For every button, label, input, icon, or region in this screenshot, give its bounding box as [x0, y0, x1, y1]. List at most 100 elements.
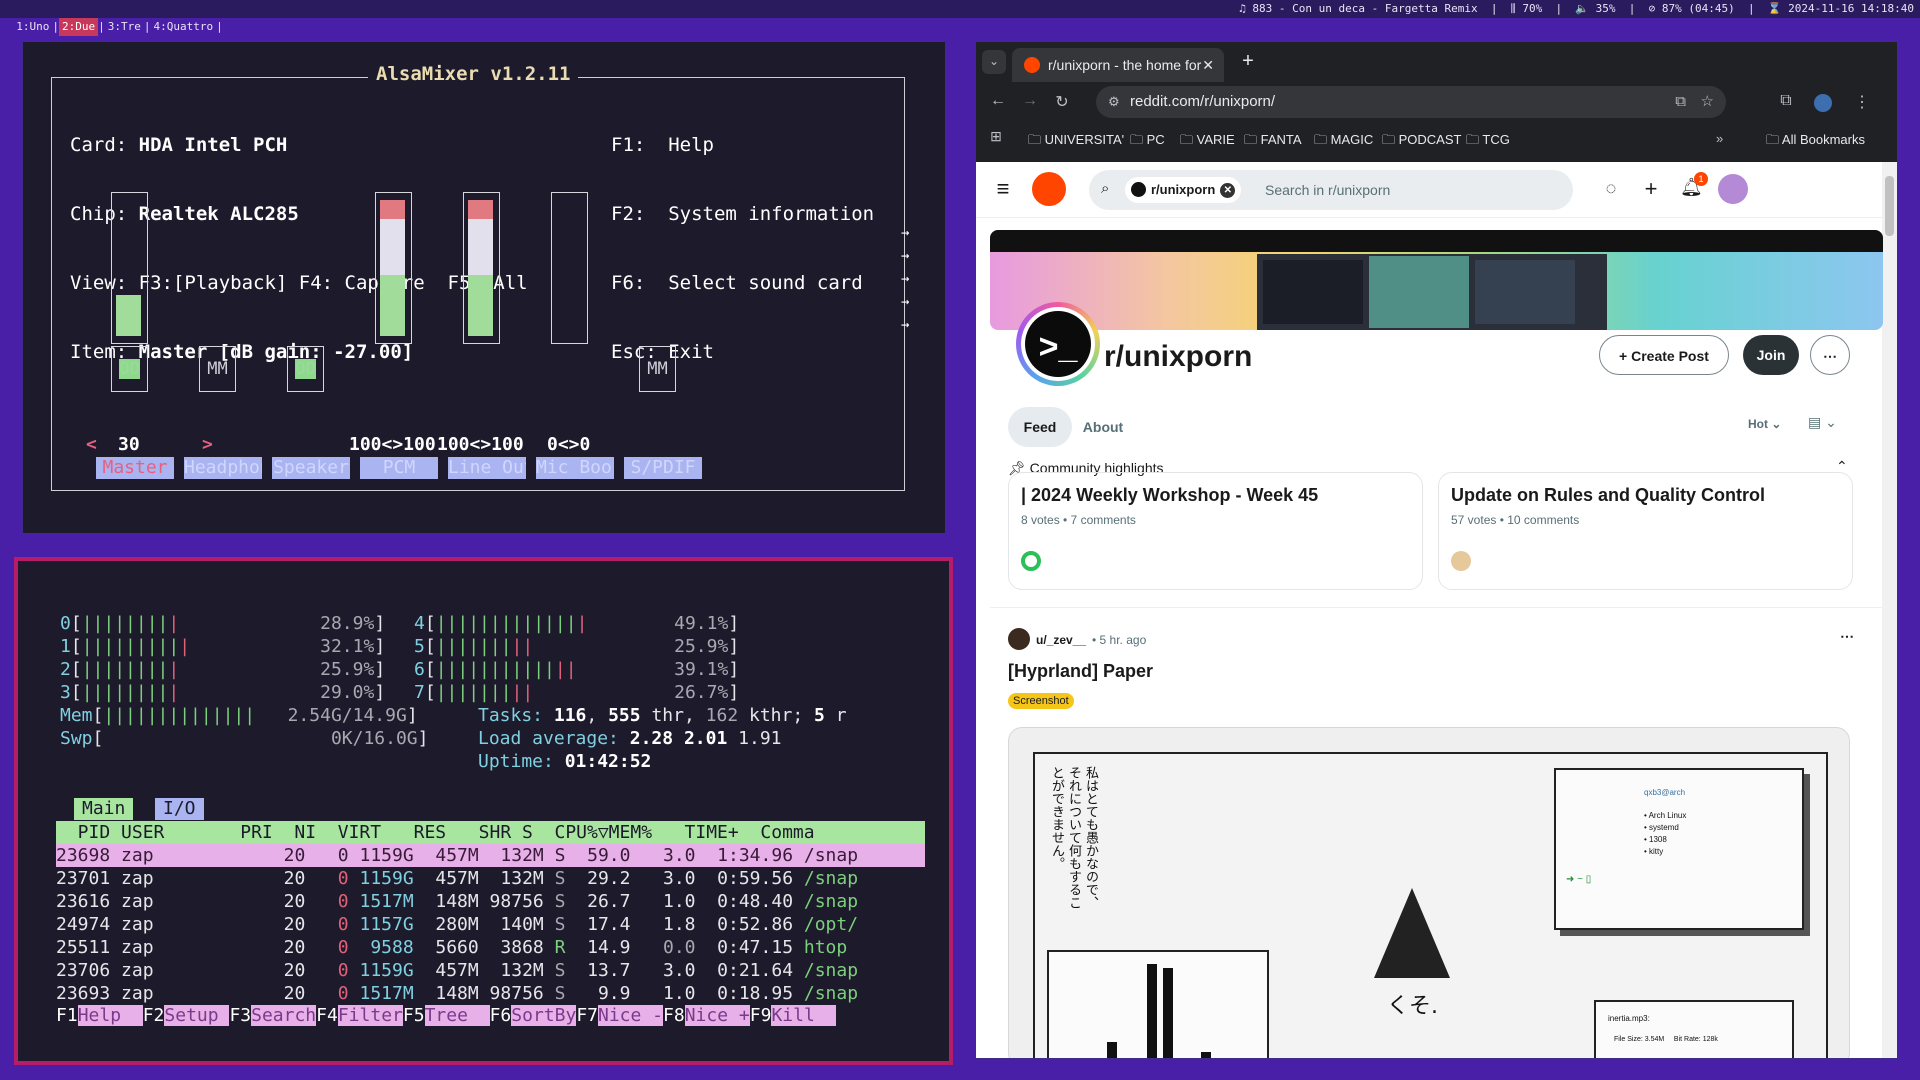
channel-headphon[interactable]: Headphon: [184, 457, 262, 479]
fkey-label[interactable]: SortBy: [511, 1005, 577, 1026]
fkey-f8[interactable]: F8: [663, 1005, 685, 1026]
tab-io[interactable]: I/O: [155, 798, 204, 820]
hamburger-menu-icon[interactable]: ≡: [992, 176, 1014, 202]
process-table-header[interactable]: PID USER PRI NI VIRT RES SHR S CPU%▽MEM%…: [56, 821, 925, 844]
workspace-1[interactable]: 1:Uno: [13, 18, 52, 36]
fkey-label[interactable]: Help: [77, 1005, 143, 1026]
fkey-f3[interactable]: F3: [229, 1005, 251, 1026]
post-image[interactable]: 私はとても愚かなので、それについて何もすることができません。 qxb3@arch…: [1008, 727, 1850, 1058]
fkey-f9[interactable]: F9: [750, 1005, 772, 1026]
bookmark-folder[interactable]: 🗀 VARIE: [1180, 131, 1235, 153]
fkey-label[interactable]: Setup: [164, 1005, 230, 1026]
bookmark-folder[interactable]: 🗀 PC: [1130, 131, 1165, 153]
mute-toggle[interactable]: MM: [639, 346, 676, 392]
view-toggle-icon[interactable]: ▤ ⌄: [1808, 414, 1837, 431]
fkey-f2[interactable]: F2: [143, 1005, 165, 1026]
post-author[interactable]: u/_zev__: [1036, 633, 1086, 647]
install-app-icon[interactable]: ⧉: [1675, 86, 1686, 118]
all-bookmarks[interactable]: 🗀 All Bookmarks: [1766, 131, 1865, 153]
bookmark-folder[interactable]: 🗀 PODCAST: [1382, 131, 1461, 153]
browser-tab[interactable]: r/unixporn - the home for ✕: [1012, 48, 1224, 82]
fkey-label[interactable]: Search: [251, 1005, 317, 1026]
help-f2[interactable]: F2: System information: [611, 203, 874, 226]
help-f1[interactable]: F1: Help: [611, 134, 874, 157]
more-options-button[interactable]: ⋯: [1810, 335, 1850, 375]
more-bookmarks-icon[interactable]: »: [1716, 131, 1723, 146]
workspace-2[interactable]: 2:Due: [59, 18, 99, 36]
channel-mic-boos[interactable]: Mic Boos: [536, 457, 614, 479]
bookmark-star-icon[interactable]: ☆: [1701, 86, 1714, 118]
sort-dropdown[interactable]: Hot ⌄: [1748, 417, 1781, 431]
tab-feed[interactable]: Feed: [1008, 407, 1072, 447]
fkey-f1[interactable]: F1: [56, 1005, 78, 1026]
chip-remove-icon[interactable]: ✕: [1220, 183, 1236, 198]
process-row[interactable]: 24974 zap 20 0 1157G 280M 140M S 17.4 1.…: [56, 913, 925, 936]
menu-icon[interactable]: ⋮: [1852, 92, 1872, 112]
channel-master[interactable]: Master: [96, 457, 174, 479]
fkey-label[interactable]: Kill: [771, 1005, 837, 1026]
htop-window[interactable]: 0[||||||||| 28.9%] 1[|||||||||| 32.1%] 2[|…: [14, 557, 953, 1065]
tab-main[interactable]: Main: [74, 798, 134, 820]
create-icon[interactable]: +: [1640, 176, 1662, 202]
post-author-avatar[interactable]: [1008, 628, 1030, 650]
forward-icon[interactable]: →: [1020, 92, 1040, 110]
process-row[interactable]: 23693 zap 20 0 1517M 148M 98756 S 9.9 1.…: [56, 982, 925, 1005]
create-post-button[interactable]: + Create Post: [1599, 335, 1729, 375]
tab-search-icon[interactable]: ⌄: [982, 50, 1006, 74]
user-avatar[interactable]: [1718, 174, 1748, 204]
process-row[interactable]: 23706 zap 20 0 1159G 457M 132M S 13.7 3.…: [56, 959, 925, 982]
workspace-3[interactable]: 3:Tre: [105, 18, 144, 36]
scrollbar[interactable]: [1882, 162, 1897, 1058]
workspace-4[interactable]: 4:Quattro: [151, 18, 217, 36]
volume-gauge[interactable]: [551, 192, 588, 344]
fkey-label[interactable]: Nice -: [598, 1005, 664, 1026]
highlight-card[interactable]: Update on Rules and Quality Control 57 vo…: [1438, 472, 1853, 590]
bookmark-folder[interactable]: 🗀 MAGIC: [1314, 131, 1373, 153]
bookmark-folder[interactable]: 🗀 UNIVERSITA': [1028, 131, 1124, 153]
process-row[interactable]: 23616 zap 20 0 1517M 148M 98756 S 26.7 1…: [56, 890, 925, 913]
help-f6[interactable]: F6: Select sound card: [611, 272, 874, 295]
reddit-logo-icon[interactable]: [1032, 172, 1066, 206]
subreddit-chip[interactable]: r/unixporn ✕: [1125, 177, 1242, 203]
post-flair[interactable]: Screenshot: [1008, 693, 1074, 709]
process-row[interactable]: 23701 zap 20 0 1159G 457M 132M S 29.2 3.…: [56, 867, 925, 890]
address-bar[interactable]: ⚙ reddit.com/r/unixporn/ ⧉ ☆: [1096, 86, 1726, 118]
back-icon[interactable]: ←: [988, 92, 1008, 110]
mute-toggle[interactable]: OO: [287, 346, 324, 392]
post-title[interactable]: [Hyprland] Paper: [1008, 661, 1153, 682]
site-info-icon[interactable]: ⚙: [1108, 86, 1120, 118]
channel-speaker[interactable]: Speaker: [272, 457, 350, 479]
browser-window[interactable]: ⌄ r/unixporn - the home for ✕ + ← → ↻ ⚙ …: [975, 41, 1898, 1059]
reload-icon[interactable]: ↻: [1052, 92, 1072, 112]
extensions-icon[interactable]: ⧉: [1776, 92, 1796, 110]
tab-about[interactable]: About: [1078, 407, 1128, 447]
channel-s-pdif[interactable]: S/PDIF: [624, 457, 702, 479]
highlight-card[interactable]: | 2024 Weekly Workshop - Week 45 8 votes …: [1008, 472, 1423, 590]
alsamixer-window[interactable]: AlsaMixer v1.2.11 Card: HDA Intel PCH Ch…: [22, 41, 946, 534]
join-button[interactable]: Join: [1743, 335, 1799, 375]
process-row[interactable]: 23698 zap 20 0 1159G 457M 132M S 59.0 3.…: [56, 844, 925, 867]
apps-grid-icon[interactable]: ⊞: [986, 128, 1006, 145]
fkey-f5[interactable]: F5: [403, 1005, 425, 1026]
fkey-f4[interactable]: F4: [316, 1005, 338, 1026]
profile-icon[interactable]: [1814, 94, 1832, 112]
mute-toggle[interactable]: OO: [111, 346, 148, 392]
chat-icon[interactable]: ◌: [1600, 178, 1622, 199]
fkey-f7[interactable]: F7: [576, 1005, 598, 1026]
search-input[interactable]: ⌕ r/unixporn ✕ Search in r/unixporn: [1089, 170, 1573, 210]
bookmark-folder[interactable]: 🗀 FANTA: [1244, 131, 1302, 153]
close-tab-icon[interactable]: ✕: [1202, 48, 1214, 82]
fkey-label[interactable]: Nice +: [684, 1005, 750, 1026]
process-cell: 20: [261, 983, 306, 1004]
scrollbar-thumb[interactable]: [1885, 176, 1894, 236]
mute-toggle[interactable]: MM: [199, 346, 236, 392]
channel-pcm[interactable]: PCM: [360, 457, 438, 479]
fkey-label[interactable]: Tree: [424, 1005, 490, 1026]
channel-line-out[interactable]: Line Out: [448, 457, 526, 479]
fkey-f6[interactable]: F6: [490, 1005, 512, 1026]
bookmark-folder[interactable]: 🗀 TCG: [1466, 131, 1510, 153]
fkey-label[interactable]: Filter: [337, 1005, 403, 1026]
post-options-icon[interactable]: ⋯: [1840, 628, 1854, 645]
process-row[interactable]: 25511 zap 20 0 9588 5660 3868 R 14.9 0.0…: [56, 936, 925, 959]
new-tab-icon[interactable]: +: [1236, 50, 1260, 73]
